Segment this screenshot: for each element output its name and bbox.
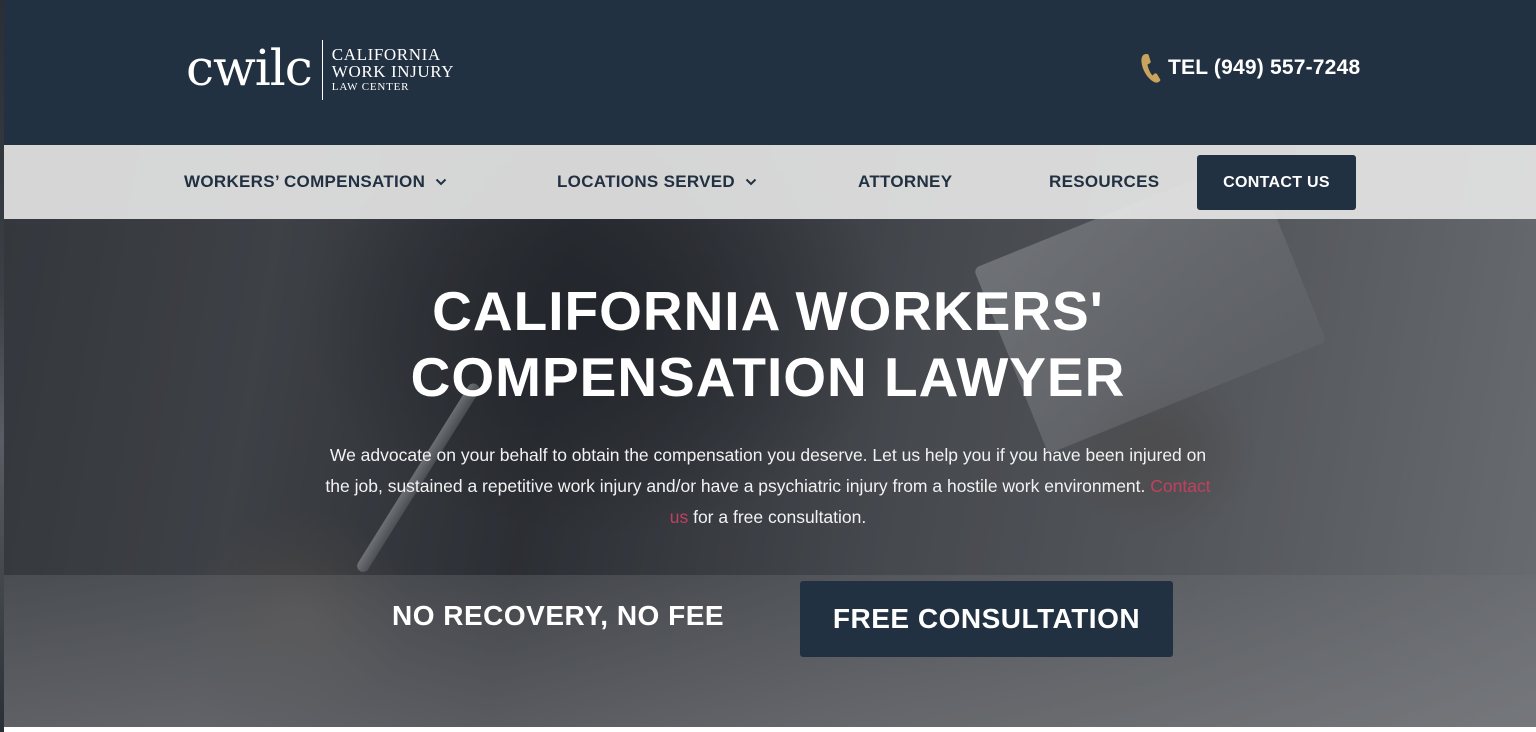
hero-title-line-1: CALIFORNIA WORKERS'	[432, 280, 1104, 342]
logo-line-2: WORK INJURY	[331, 61, 455, 81]
nav-item-label: ATTORNEY	[858, 172, 953, 191]
free-consultation-button[interactable]: FREE CONSULTATION	[800, 581, 1173, 657]
chevron-down-icon	[435, 178, 447, 186]
hero-title-line-2: COMPENSATION LAWYER	[410, 346, 1126, 408]
logo-wordmark: CALIFORNIA WORK INJURY LAW CENTER	[332, 46, 454, 95]
hero-description-text-end: for a free consultation.	[688, 507, 867, 527]
nav-item-label: LOCATIONS SERVED	[557, 172, 735, 191]
main-navigation: WORKERS’ COMPENSATION LOCATIONS SERVED A…	[0, 145, 1536, 219]
nav-item-locations-served[interactable]: LOCATIONS SERVED	[557, 145, 757, 219]
logo-line-3: LAW CENTER	[331, 80, 410, 93]
hero-overlay	[0, 145, 1536, 727]
nav-item-label: RESOURCES	[1049, 172, 1160, 191]
hero-section	[0, 145, 1536, 727]
site-logo[interactable]: cwilc CALIFORNIA WORK INJURY LAW CENTER	[186, 40, 454, 100]
hero-description: We advocate on your behalf to obtain the…	[318, 440, 1218, 533]
logo-mark: cwilc	[186, 39, 313, 97]
chevron-down-icon	[745, 178, 757, 186]
nav-item-attorney[interactable]: ATTORNEY	[858, 145, 952, 219]
logo-divider	[321, 40, 323, 100]
phone-icon	[1141, 54, 1161, 83]
phone-number: TEL (949) 557-7248	[1168, 56, 1361, 79]
hero-description-text: We advocate on your behalf to obtain the…	[325, 445, 1207, 496]
nav-item-label: WORKERS’ COMPENSATION	[184, 172, 426, 191]
phone-link[interactable]: TEL (949) 557-7248	[1140, 52, 1360, 84]
nav-item-workers-compensation[interactable]: WORKERS’ COMPENSATION	[184, 145, 447, 219]
contact-us-button[interactable]: CONTACT US	[1197, 155, 1356, 210]
window-edge	[0, 0, 4, 732]
nav-item-resources[interactable]: RESOURCES	[1049, 145, 1159, 219]
top-header: cwilc CALIFORNIA WORK INJURY LAW CENTER …	[0, 0, 1536, 145]
hero-title: CALIFORNIA WORKERS' COMPENSATION LAWYER	[268, 278, 1268, 410]
logo-line-1: CALIFORNIA	[331, 44, 441, 64]
no-recovery-no-fee-tagline: NO RECOVERY, NO FEE	[392, 600, 725, 631]
